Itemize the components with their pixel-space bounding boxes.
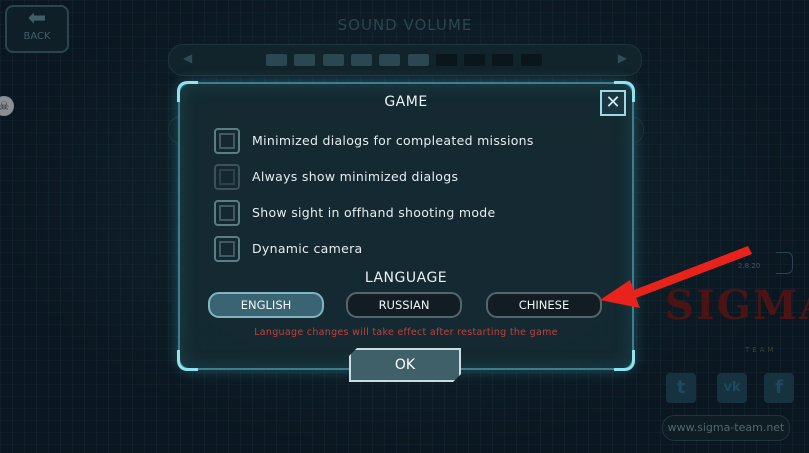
language-restart-note: Language changes will take effect after … [254,327,558,338]
minimized-dialogs-label[interactable]: Minimized dialogs for compleated mission… [252,133,534,148]
volume-segment[interactable] [464,54,486,66]
language-chinese-button[interactable]: CHINESE [486,292,602,318]
close-button[interactable]: ✕ [600,90,626,116]
dialog-corner [177,350,198,371]
twitter-icon[interactable]: t [666,373,696,403]
back-label: BACK [23,31,51,42]
language-english-button[interactable]: ENGLISH [208,292,324,318]
volume-segment[interactable] [435,54,457,66]
dynamic-camera-checkbox[interactable] [214,236,240,262]
always-minimized-label[interactable]: Always show minimized dialogs [252,169,458,184]
pirate-skull-icon[interactable]: ☠ [0,96,14,116]
show-sight-label[interactable]: Show sight in offhand shooting mode [252,205,496,220]
volume-segment[interactable] [350,54,372,66]
language-russian-button[interactable]: RUSSIAN [346,292,462,318]
dialog-corner [614,350,635,371]
volume-segment[interactable] [492,54,514,66]
volume-segment[interactable] [407,54,429,66]
facebook-icon[interactable]: f [764,373,794,403]
volume-segment[interactable] [520,54,542,66]
vk-icon[interactable]: vk [717,373,747,403]
team-label: TEAM [745,346,777,354]
game-settings-dialog: GAME ✕ Minimized dialogs for compleated … [177,81,635,371]
annotation-arrow-icon [600,246,752,308]
volume-segment[interactable] [294,54,316,66]
dynamic-camera-label[interactable]: Dynamic camera [252,241,363,256]
volume-right-arrow-icon[interactable]: ▶ [618,51,627,65]
back-arrow-icon: ⬅ [27,6,47,31]
back-button[interactable]: ⬅ BACK [5,5,69,53]
volume-left-arrow-icon[interactable]: ◀ [183,51,192,65]
version-bracket [776,252,793,274]
volume-segment[interactable] [266,54,287,66]
language-title: LANGUAGE [364,270,448,286]
dialog-title: GAME [384,94,428,110]
website-link[interactable]: www.sigma-team.net [662,415,790,441]
volume-segment[interactable] [379,54,401,66]
sound-volume-title: SOUND VOLUME [337,16,473,34]
minimized-dialogs-checkbox[interactable] [214,128,240,154]
ok-button[interactable]: OK [349,348,461,382]
always-minimized-checkbox[interactable] [214,164,240,190]
sound-volume-slider[interactable]: ◀ ▶ [168,44,642,76]
volume-segment[interactable] [322,54,344,66]
show-sight-checkbox[interactable] [214,200,240,226]
